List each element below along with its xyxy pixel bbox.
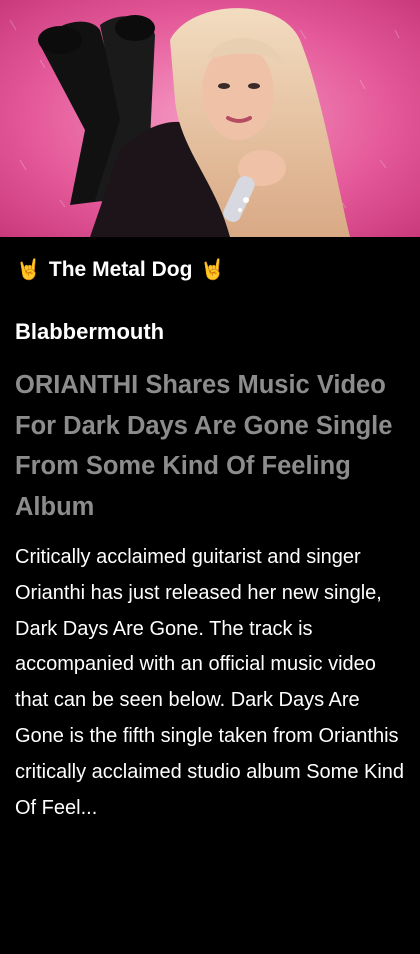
article-hero-image[interactable]	[0, 0, 420, 237]
article-headline[interactable]: ORIANTHI Shares Music Video For Dark Day…	[15, 365, 395, 527]
site-name[interactable]: The Metal Dog	[49, 258, 193, 282]
rock-hand-icon: 🤘	[16, 259, 41, 281]
article-excerpt: Critically acclaimed guitarist and singe…	[15, 546, 405, 819]
hero-illustration	[0, 0, 420, 237]
article-source: Blabbermouth	[15, 319, 165, 344]
rock-hand-icon: 🤘	[200, 259, 226, 281]
site-header[interactable]: 🤘 The Metal Dog 🤘	[16, 255, 225, 285]
